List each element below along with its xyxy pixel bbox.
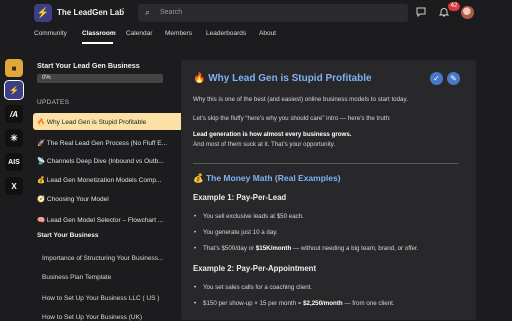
list-item: That’s $500/day or $15K/month — without … [194,245,418,252]
rail-group-ais[interactable]: AIS [5,153,23,171]
course-title: Start Your Lead Gen Business [37,61,140,70]
rail-group-leadgen[interactable]: ⚡ [4,80,24,100]
group-logo[interactable]: ⚡ [34,4,52,22]
group-name[interactable]: The LeadGen Lab [57,8,124,17]
list-item: You generate just 10 a day. [194,229,278,236]
top-bar: ⚡ The LeadGen Lab ⌃ ⌕ Search 42 [0,0,512,26]
lesson-item[interactable]: 💰 Lead Gen Monetization Models Comp... [33,171,195,188]
search-icon: ⌕ [145,7,151,17]
tab-classroom[interactable]: Classroom [82,30,116,37]
divider [193,163,458,164]
lesson-label: 🚀 The Real Lead Gen Process (No Fluff E.… [37,139,167,147]
lesson-intro: Why this is one of the best (and easiest… [193,96,408,103]
course-navigation: Start Your Lead Gen Business 0% UPDATES … [28,44,195,321]
switch-group-icon[interactable]: ⌃ [120,7,126,15]
search-input[interactable]: ⌕ Search [138,4,408,22]
tab-members[interactable]: Members [165,30,192,37]
lesson-item[interactable]: 🧠 Lead Gen Model Selector – Flowchart ..… [33,211,195,228]
lesson-label: 💰 Lead Gen Monetization Models Comp... [37,176,162,184]
lesson-item[interactable]: 🚀 The Real Lead Gen Process (No Fluff E.… [33,134,195,151]
lesson-label: 📡 Channels Deep Dive (Inbound vs Outb... [37,157,164,165]
tab-calendar[interactable]: Calendar [126,30,152,37]
sub-lesson-item[interactable]: Importance of Structuring Your Business.… [42,255,163,262]
lesson-title: 🔥 Why Lead Gen is Stupid Profitable [193,73,372,84]
tab-community[interactable]: Community [34,30,67,37]
edit-pencil-icon[interactable]: ✎ [447,72,460,85]
notification-bell-icon[interactable] [438,7,450,20]
tab-about[interactable]: About [259,30,276,37]
user-avatar[interactable] [461,6,474,19]
sub-lesson-item[interactable]: Business Plan Template [42,274,111,281]
lesson-paragraph: Let’s skip the fluffy “here’s why you sh… [193,115,391,122]
rail-group-1[interactable]: ■ [5,59,23,77]
search-placeholder: Search [160,9,183,16]
rail-group-x[interactable]: X [5,177,23,195]
example-heading: Example 1: Pay-Per-Lead [193,193,287,202]
chat-icon[interactable] [416,7,426,20]
section-heading: 💰 The Money Math (Real Examples) [193,173,341,183]
lesson-label: 🧭 Choosing Your Model [37,195,109,203]
lesson-item[interactable]: 📡 Channels Deep Dive (Inbound vs Outb... [33,152,195,169]
example-heading: Example 2: Pay-Per-Appointment [193,264,317,273]
sub-lesson-item[interactable]: How to Set Up Your Business LLC ( US ) [42,295,159,302]
list-item: $150 per show-up × 15 per month = $2,250… [194,300,395,307]
notification-badge: 42 [448,2,460,11]
lesson-bold-line: Lead generation is how almost every busi… [193,131,352,138]
nav-tabs: Community Classroom Calendar Members Lea… [0,26,512,40]
progress-percent: 0% [42,75,51,81]
section-label: UPDATES [37,99,70,106]
lesson-paragraph: And most of them suck at it. That’s your… [193,141,336,148]
course-progress-bar: 0% [37,74,163,83]
group-switcher-rail: ■ ⚡ /A ✳ AIS X [0,44,28,320]
lesson-content: 🔥 Why Lead Gen is Stupid Profitable ✓ ✎ … [181,60,476,320]
tab-leaderboards[interactable]: Leaderboards [206,30,246,37]
lesson-item-active[interactable]: 🔥 Why Lead Gen is Stupid Profitable [33,113,195,130]
list-item: You sell exclusive leads at $50 each. [194,213,304,220]
rail-group-a[interactable]: /A [5,105,23,123]
lesson-item[interactable]: 🧭 Choosing Your Model [33,190,195,207]
lesson-label: 🔥 Why Lead Gen is Stupid Profitable [37,118,147,126]
lesson-label: 🧠 Lead Gen Model Selector – Flowchart ..… [37,216,164,224]
module-header[interactable]: Start Your Business [37,232,99,239]
mark-complete-icon[interactable]: ✓ [430,72,443,85]
list-item: You set sales calls for a coaching clien… [194,284,312,291]
rail-group-ai[interactable]: ✳ [5,129,23,147]
